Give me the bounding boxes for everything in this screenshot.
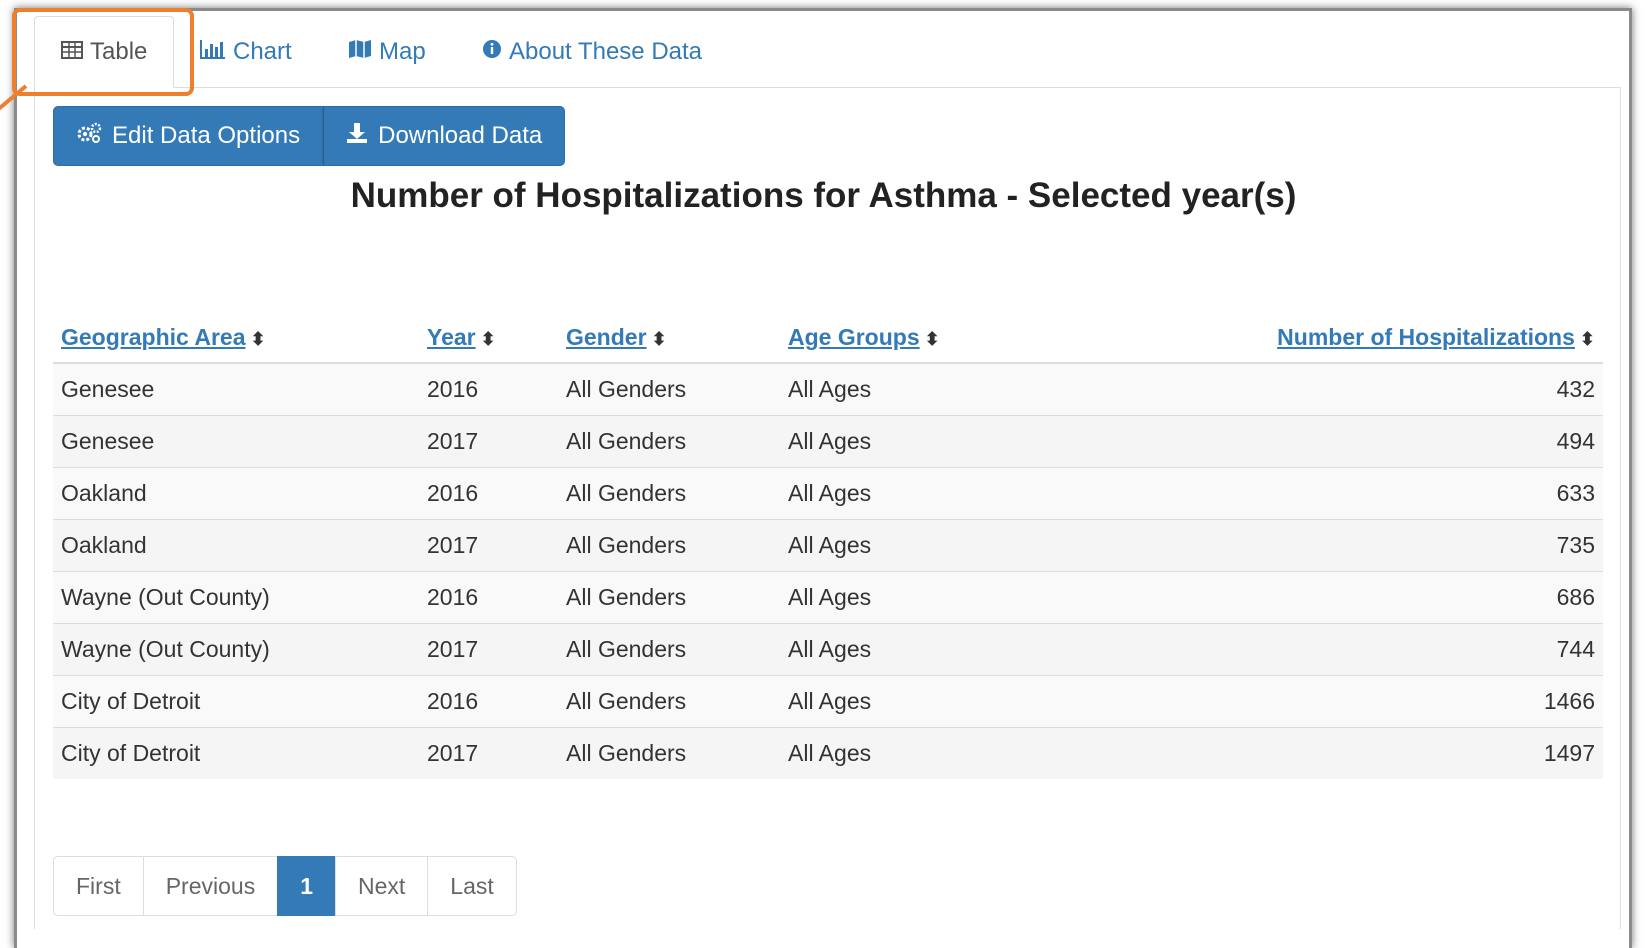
info-circle-icon <box>482 38 502 66</box>
tab-about[interactable]: About These Data <box>482 16 702 88</box>
cell-hospitalizations: 744 <box>1180 623 1603 676</box>
pagination-current-page[interactable]: 1 <box>277 856 336 916</box>
cell-gender: All Genders <box>558 362 780 416</box>
cell-year: 2017 <box>419 519 558 572</box>
cell-age-group: All Ages <box>780 519 1180 572</box>
cell-year: 2016 <box>419 362 558 416</box>
sort-icon[interactable]: ⬍ <box>1580 329 1595 349</box>
table-header-row: Geographic Area ⬍ Year ⬍ Gender ⬍ Age Group… <box>53 312 1603 364</box>
cell-age-group: All Ages <box>780 415 1180 468</box>
pagination-first-button[interactable]: First <box>53 856 144 916</box>
cell-geographic-area: City of Detroit <box>53 675 419 728</box>
tab-bar: Table Chart Map About These Data <box>34 16 1621 88</box>
cell-hospitalizations: 633 <box>1180 467 1603 520</box>
tab-map-label: Map <box>379 38 426 65</box>
cell-gender: All Genders <box>558 571 780 624</box>
cell-geographic-area: Wayne (Out County) <box>53 623 419 676</box>
cell-geographic-area: Genesee <box>53 362 419 416</box>
cell-hospitalizations: 494 <box>1180 415 1603 468</box>
pagination: First Previous 1 Next Last <box>53 856 517 916</box>
sort-icon[interactable]: ⬍ <box>250 329 265 349</box>
sort-link-geographic-area[interactable]: Geographic Area <box>61 324 245 350</box>
sort-link-age-groups[interactable]: Age Groups <box>788 324 920 350</box>
pagination-next-button[interactable]: Next <box>335 856 429 916</box>
tab-about-label: About These Data <box>509 38 703 65</box>
table-row: City of Detroit 2016 All Genders All Age… <box>53 675 1603 728</box>
cell-age-group: All Ages <box>780 623 1180 676</box>
cell-year: 2016 <box>419 571 558 624</box>
cell-hospitalizations: 432 <box>1180 362 1603 416</box>
download-icon <box>346 122 368 150</box>
cell-age-group: All Ages <box>780 571 1180 624</box>
download-data-button[interactable]: Download Data <box>323 106 566 166</box>
map-icon <box>348 38 372 66</box>
table-row: Wayne (Out County) 2016 All Genders All … <box>53 571 1603 624</box>
cell-year: 2017 <box>419 623 558 676</box>
table-row: Genesee 2016 All Genders All Ages 432 <box>53 362 1603 416</box>
tab-chart-label: Chart <box>233 38 292 65</box>
tab-highlight-callout <box>12 8 194 96</box>
sort-link-number-of-hospitalizations[interactable]: Number of Hospitalizations <box>1277 324 1575 350</box>
column-header-geographic-area: Geographic Area ⬍ <box>53 312 419 364</box>
page-title: Number of Hospitalizations for Asthma - … <box>350 176 1297 215</box>
cell-gender: All Genders <box>558 623 780 676</box>
cell-hospitalizations: 735 <box>1180 519 1603 572</box>
sort-icon[interactable]: ⬍ <box>652 329 667 349</box>
bar-chart-icon <box>200 38 226 66</box>
cell-hospitalizations: 1466 <box>1180 675 1603 728</box>
table-row: Oakland 2016 All Genders All Ages 633 <box>53 467 1603 520</box>
cell-gender: All Genders <box>558 727 780 779</box>
edit-data-options-button[interactable]: Edit Data Options <box>53 106 324 166</box>
table-row: Genesee 2017 All Genders All Ages 494 <box>53 415 1603 468</box>
column-header-gender: Gender ⬍ <box>558 312 780 364</box>
cell-hospitalizations: 686 <box>1180 571 1603 624</box>
cell-gender: All Genders <box>558 467 780 520</box>
edit-data-options-label: Edit Data Options <box>112 122 301 149</box>
cell-age-group: All Ages <box>780 467 1180 520</box>
cell-geographic-area: Wayne (Out County) <box>53 571 419 624</box>
cell-gender: All Genders <box>558 519 780 572</box>
cell-geographic-area: City of Detroit <box>53 727 419 779</box>
cell-gender: All Genders <box>558 675 780 728</box>
pagination-previous-button[interactable]: Previous <box>142 856 279 916</box>
column-header-year: Year ⬍ <box>419 312 558 364</box>
data-table: Geographic Area ⬍ Year ⬍ Gender ⬍ Age Group… <box>53 312 1603 779</box>
column-header-number-of-hospitalizations: Number of Hospitalizations ⬍ <box>1180 312 1603 364</box>
cell-age-group: All Ages <box>780 727 1180 779</box>
sort-icon[interactable]: ⬍ <box>481 329 496 349</box>
table-row: Wayne (Out County) 2017 All Genders All … <box>53 623 1603 676</box>
column-header-age-groups: Age Groups ⬍ <box>780 312 1180 364</box>
sort-link-gender[interactable]: Gender <box>566 324 647 350</box>
gears-icon <box>76 122 102 150</box>
action-button-group: Edit Data Options Download Data <box>53 106 566 166</box>
cell-age-group: All Ages <box>780 362 1180 416</box>
cell-year: 2017 <box>419 727 558 779</box>
cell-age-group: All Ages <box>780 675 1180 728</box>
cell-year: 2016 <box>419 467 558 520</box>
sort-icon[interactable]: ⬍ <box>925 329 940 349</box>
pagination-last-button[interactable]: Last <box>427 856 517 916</box>
cell-year: 2016 <box>419 675 558 728</box>
cell-geographic-area: Oakland <box>53 467 419 520</box>
cell-geographic-area: Oakland <box>53 519 419 572</box>
cell-gender: All Genders <box>558 415 780 468</box>
cell-year: 2017 <box>419 415 558 468</box>
tab-map[interactable]: Map <box>348 16 426 88</box>
download-data-label: Download Data <box>378 122 543 149</box>
tab-chart[interactable]: Chart <box>200 16 292 88</box>
table-row: City of Detroit 2017 All Genders All Age… <box>53 727 1603 779</box>
sort-link-year[interactable]: Year <box>427 324 476 350</box>
table-row: Oakland 2017 All Genders All Ages 735 <box>53 519 1603 572</box>
cell-hospitalizations: 1497 <box>1180 727 1603 779</box>
cell-geographic-area: Genesee <box>53 415 419 468</box>
